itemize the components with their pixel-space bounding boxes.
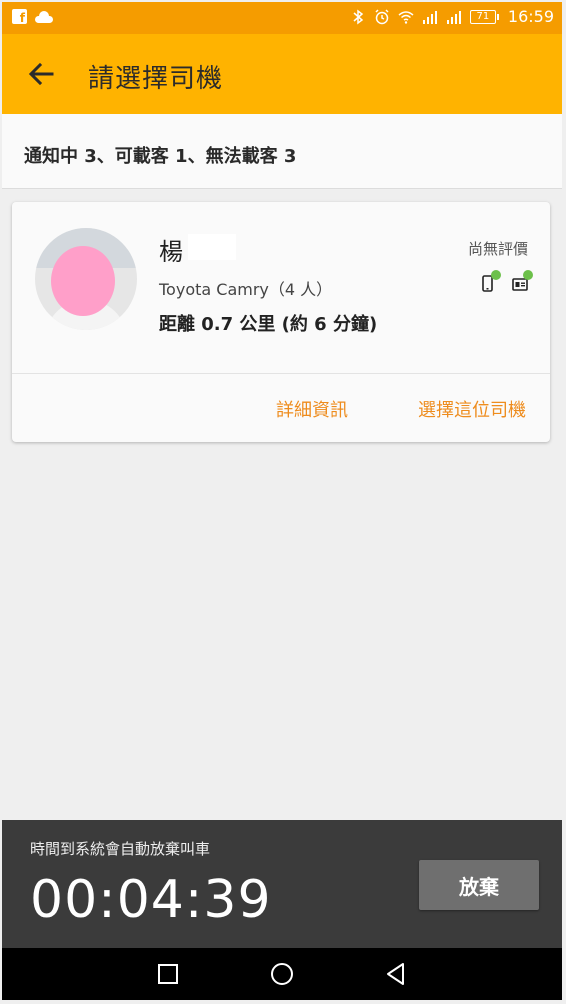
app-screen: f 71 16:59 請選擇司機 通知中 3、可載客 1、無法載客 3 楊 尚無… bbox=[2, 2, 562, 1000]
back-arrow-icon bbox=[28, 62, 54, 86]
driver-car: Toyota Camry（4 人） bbox=[159, 280, 333, 299]
recents-icon[interactable] bbox=[154, 960, 182, 988]
status-bar: f 71 16:59 bbox=[2, 2, 562, 34]
driver-rating: 尚無評價 bbox=[467, 240, 528, 258]
wifi-icon bbox=[398, 10, 414, 24]
signal-icon bbox=[446, 10, 461, 24]
back-nav-icon[interactable] bbox=[382, 960, 410, 988]
face-blur-mask bbox=[51, 246, 115, 316]
auto-cancel-message: 時間到系統會自動放棄叫車 bbox=[30, 840, 211, 858]
driver-details-button[interactable]: 詳細資訊 bbox=[276, 396, 348, 422]
signal-icon bbox=[422, 10, 437, 24]
summary-text: 通知中 3、可載客 1、無法載客 3 bbox=[24, 146, 297, 167]
driver-name: 楊 bbox=[159, 238, 183, 266]
battery-level: 71 bbox=[476, 11, 490, 22]
app-bar: 請選擇司機 bbox=[2, 34, 562, 114]
alarm-icon bbox=[375, 8, 389, 24]
bluetooth-icon bbox=[353, 9, 364, 24]
system-nav-bar bbox=[2, 948, 562, 1000]
driver-card: 楊 尚無評價 Toyota Camry（4 人） 距離 0.7 公里 (約 6 … bbox=[12, 202, 550, 442]
countdown-panel: 時間到系統會自動放棄叫車 00:04:39 放棄 bbox=[2, 820, 562, 948]
card-divider bbox=[12, 373, 550, 374]
id-verified-icon bbox=[512, 270, 533, 292]
phone-verified-icon bbox=[480, 270, 501, 292]
battery-icon: 71 bbox=[469, 9, 499, 24]
verification-badges bbox=[480, 270, 533, 292]
select-driver-button[interactable]: 選擇這位司機 bbox=[418, 396, 526, 422]
clock: 16:59 bbox=[507, 7, 554, 26]
driver-avatar bbox=[35, 228, 137, 330]
cancel-request-button[interactable]: 放棄 bbox=[419, 860, 539, 910]
cloud-icon bbox=[35, 10, 53, 23]
countdown-timer: 00:04:39 bbox=[30, 870, 272, 930]
driver-distance: 距離 0.7 公里 (約 6 分鐘) bbox=[159, 314, 378, 335]
driver-status-summary: 通知中 3、可載客 1、無法載客 3 bbox=[2, 114, 562, 189]
facebook-icon: f bbox=[12, 9, 27, 24]
back-button[interactable] bbox=[20, 52, 64, 96]
name-redaction-mask bbox=[188, 234, 236, 260]
page-title: 請選擇司機 bbox=[88, 64, 224, 94]
home-icon[interactable] bbox=[268, 960, 296, 988]
